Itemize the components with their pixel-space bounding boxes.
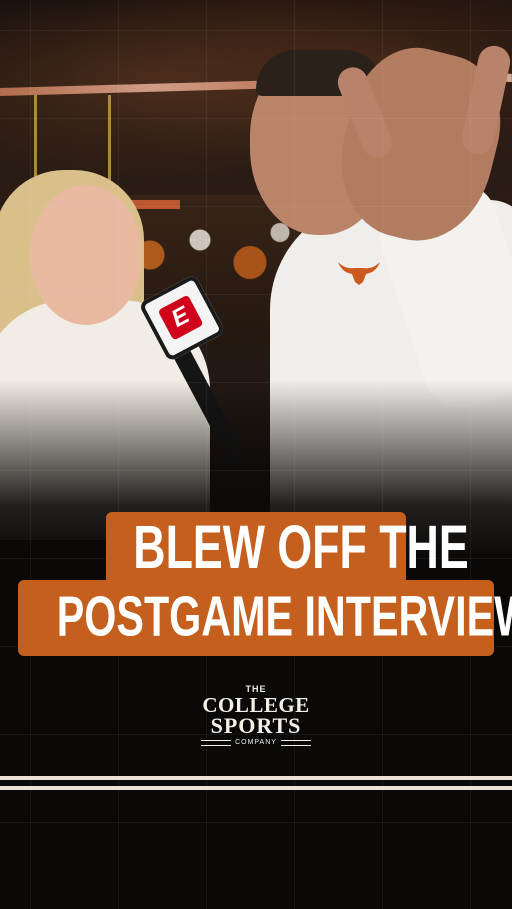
story-frame: E BLEW OFF THE POSTGAME INTERVIEW THE CO…	[0, 0, 512, 909]
headline-line2: POSTGAME INTERVIEW	[56, 586, 512, 649]
headline-line2-box: POSTGAME INTERVIEW	[18, 580, 512, 656]
logo-company: COMPANY	[235, 739, 277, 746]
interview-photo: E	[0, 0, 512, 560]
logo-sports: SPORTS	[210, 713, 302, 738]
college-sports-company-logo: THE COLLEGE SPORTS COMPANY	[186, 684, 326, 756]
longhorn-logo-icon	[338, 262, 380, 285]
logo-college: COLLEGE	[202, 693, 310, 717]
mic-flag-letter: E	[157, 294, 204, 341]
reporter-face	[30, 185, 142, 325]
stripe-top	[0, 776, 512, 780]
logo-lines-right	[280, 740, 311, 746]
logo-lines-left	[201, 740, 232, 746]
stripe-bottom	[0, 786, 512, 790]
